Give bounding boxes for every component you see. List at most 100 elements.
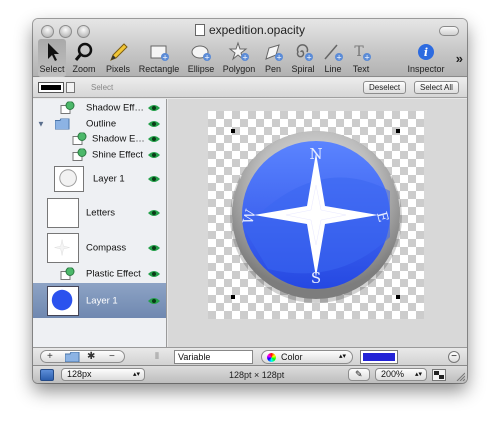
layer-row-selected[interactable]: Layer 1 — [33, 283, 166, 318]
icon-size-popup[interactable]: 128px ▴▾ — [61, 368, 145, 381]
eye-visibility-icon[interactable] — [148, 151, 160, 159]
tool-label: Pen — [264, 64, 281, 74]
status-bar: 128px ▴▾ 128pt × 128pt ✎ 200% ▴▾ — [33, 365, 467, 383]
effect-icon — [60, 101, 75, 114]
toolbar-overflow-button[interactable]: » — [456, 51, 463, 66]
title-bar: expedition.opacity Select Zoom Pixels + … — [33, 19, 467, 77]
tool-select[interactable]: Select — [38, 39, 66, 77]
tool-text[interactable]: T + Text — [349, 39, 373, 77]
tool-label: Zoom — [72, 64, 96, 74]
layer-name: Layer 1 — [93, 173, 125, 185]
eye-visibility-icon[interactable] — [148, 244, 160, 252]
svg-text:+: + — [306, 54, 312, 62]
eye-visibility-icon[interactable] — [148, 297, 160, 305]
layer-thumbnail — [47, 233, 79, 263]
fill-mode-field[interactable]: Variable — [174, 350, 253, 364]
effect-icon — [72, 132, 87, 145]
color-wheel-icon — [267, 353, 276, 362]
deselect-button[interactable]: Deselect — [363, 81, 407, 94]
layer-row[interactable]: Layer 1 — [33, 163, 166, 195]
rectangle-add-icon: + — [150, 45, 169, 62]
svg-text:+: + — [162, 54, 168, 62]
icon-size-value: 128px — [67, 369, 92, 379]
eye-visibility-icon[interactable] — [148, 120, 160, 128]
folder-icon — [55, 118, 70, 129]
pixel-grid-icon[interactable] — [432, 369, 446, 381]
tool-label: Polygon — [222, 64, 256, 74]
layer-row[interactable]: Shadow E… — [33, 131, 166, 147]
effect-icon — [60, 267, 75, 280]
layer-name: Shine Effect — [92, 149, 144, 161]
layer-name: Shadow Eff… — [86, 102, 144, 113]
tool-label: Spiral — [291, 64, 315, 74]
layer-row[interactable]: Letters — [33, 195, 166, 230]
disclosure-triangle-icon[interactable]: ▼ — [37, 119, 45, 128]
color-mode-label: Color — [281, 352, 303, 362]
tool-pen[interactable]: + Pen — [260, 39, 286, 77]
app-icon[interactable] — [40, 369, 54, 381]
tool-pixels[interactable]: Pixels — [103, 39, 133, 77]
selection-style-label: Select — [91, 83, 114, 92]
tool-zoom[interactable]: Zoom — [70, 39, 98, 77]
arrow-pointer-icon — [48, 43, 59, 61]
layer-row[interactable]: Plastic Effect — [33, 265, 166, 283]
tool-label: Ellipse — [187, 64, 215, 74]
svg-text:+: + — [336, 54, 342, 62]
app-window: expedition.opacity Select Zoom Pixels + … — [33, 19, 467, 383]
splitter-grip-icon[interactable]: ⦀ — [155, 351, 159, 362]
layer-row[interactable]: Shine Effect — [33, 147, 166, 163]
selection-handle[interactable] — [231, 129, 235, 133]
canvas-area[interactable]: N S W E — [168, 99, 467, 347]
tool-label: Line — [324, 64, 342, 74]
svg-text:+: + — [204, 54, 210, 62]
color-options-button[interactable] — [66, 82, 75, 93]
layer-row[interactable]: Compass — [33, 230, 166, 265]
tool-polygon[interactable]: + Polygon — [221, 39, 257, 77]
eye-visibility-icon[interactable] — [148, 175, 160, 183]
tool-label: Inspector — [407, 64, 445, 74]
remove-layer-button[interactable]: − — [109, 351, 115, 362]
toolbar-toggle-button[interactable] — [439, 26, 459, 36]
selection-handle[interactable] — [396, 295, 400, 299]
layer-name: Letters — [86, 207, 116, 218]
svg-text:i: i — [424, 46, 428, 59]
tool-spiral[interactable]: + Spiral — [289, 39, 317, 77]
tool-label: Rectangle — [138, 64, 180, 74]
selection-handle[interactable] — [396, 129, 400, 133]
selection-handle[interactable] — [231, 295, 235, 299]
tool-inspector[interactable]: i Inspector — [404, 39, 448, 77]
pick-color-button[interactable]: ✎ — [348, 368, 370, 381]
eye-visibility-icon[interactable] — [148, 209, 160, 217]
stroke-color-swatch[interactable] — [38, 82, 64, 93]
eye-visibility-icon[interactable] — [148, 104, 160, 112]
tool-ellipse[interactable]: + Ellipse — [185, 39, 217, 77]
transparent-canvas[interactable]: N S W E — [208, 111, 424, 319]
layers-sidebar: Shadow Eff… ▼ Outline Shadow E… Shine Ef… — [33, 99, 167, 347]
layer-row[interactable]: Shadow Eff… — [33, 99, 166, 116]
add-layer-button[interactable]: + — [47, 351, 53, 362]
eye-visibility-icon[interactable] — [148, 270, 160, 278]
popup-arrows-icon: ▴▾ — [414, 371, 422, 378]
new-folder-icon[interactable] — [65, 352, 80, 362]
ellipse-add-icon: + — [191, 45, 211, 62]
select-all-button[interactable]: Select All — [414, 81, 459, 94]
eyedropper-icon: ✎ — [355, 369, 363, 379]
collapse-circle-button[interactable]: − — [448, 351, 460, 363]
info-icon: i — [418, 44, 434, 60]
fill-color-well[interactable] — [360, 350, 398, 364]
tool-line[interactable]: + Line — [321, 39, 345, 77]
compass-letter-s: S — [311, 269, 321, 287]
blue-circle-thumbnail-icon — [51, 289, 73, 311]
layer-name: Shadow E… — [92, 133, 145, 145]
tool-rectangle[interactable]: + Rectangle — [137, 39, 181, 77]
zoom-popup[interactable]: 200% ▴▾ — [375, 368, 427, 381]
layer-row[interactable]: ▼ Outline — [33, 116, 166, 131]
color-mode-popup[interactable]: Color ▴▾ — [261, 350, 353, 364]
layer-thumbnail — [47, 198, 79, 228]
line-add-icon: + — [324, 44, 343, 62]
gear-menu-icon[interactable]: ✱ — [87, 351, 95, 362]
layer-thumbnail — [54, 166, 84, 192]
compass-star-thumbnail-icon — [54, 239, 70, 256]
eye-visibility-icon[interactable] — [148, 135, 160, 143]
resize-grip-icon[interactable] — [455, 371, 465, 381]
